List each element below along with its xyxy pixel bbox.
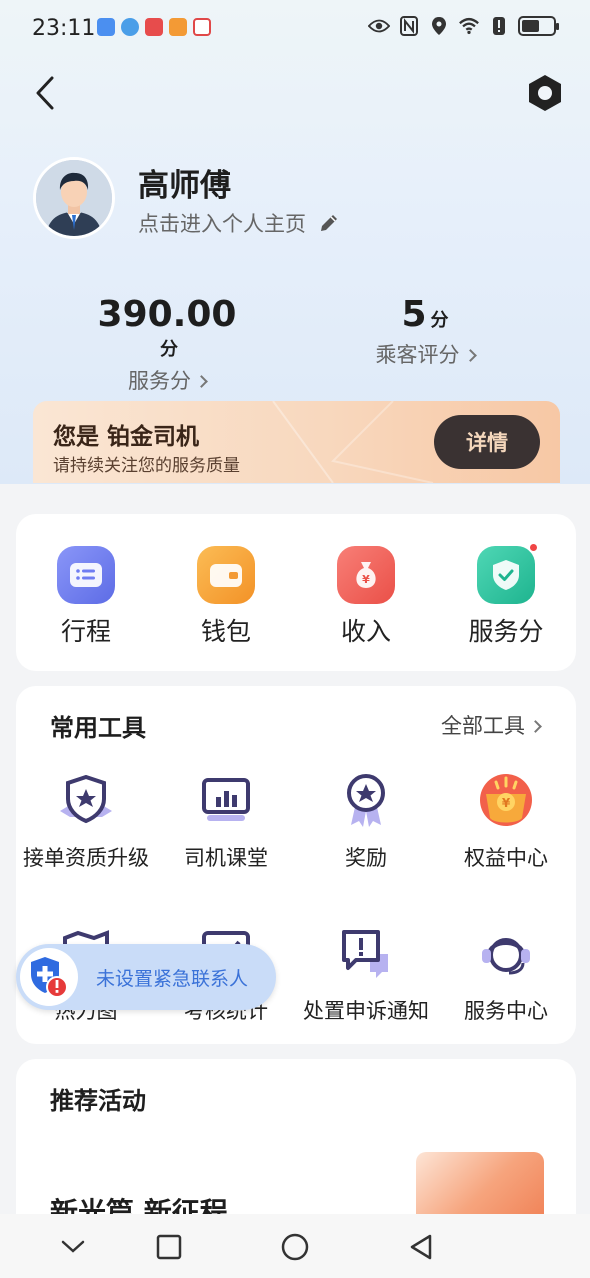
nav-home-button[interactable]	[278, 1230, 312, 1264]
emergency-text: 未设置紧急联系人	[96, 968, 249, 990]
tool-label: 处置申诉通知	[303, 999, 429, 1023]
appeal-message-icon	[336, 923, 396, 983]
rating-value: 5	[401, 294, 427, 335]
quick-actions-card: 行程 钱包 ¥ 收入 服务分	[16, 514, 576, 671]
square-icon	[156, 1234, 182, 1260]
emergency-contact-prompt[interactable]: 未设置紧急联系人	[16, 944, 276, 1010]
chevron-right-icon	[529, 720, 542, 733]
nav-recents-button[interactable]	[152, 1230, 186, 1264]
triangle-back-icon	[410, 1234, 432, 1260]
service-score-label: 服务分	[128, 369, 191, 393]
shield-star-icon	[56, 770, 116, 830]
browser-icon	[121, 18, 139, 36]
gift-coin-icon: ¥	[476, 770, 536, 830]
all-tools-link[interactable]: 全部工具	[441, 710, 542, 740]
nav-back-button[interactable]	[404, 1230, 438, 1264]
tool-driver-classroom[interactable]: 司机课堂	[151, 770, 301, 872]
tool-label: 司机课堂	[184, 846, 268, 870]
svg-text:¥: ¥	[502, 796, 511, 810]
profile-link[interactable]: 点击进入个人主页	[138, 208, 340, 238]
headset-icon	[476, 923, 536, 983]
level-banner: 您是 铂金司机 请持续关注您的服务质量 详情	[33, 401, 560, 483]
tool-label: 接单资质升级	[23, 846, 149, 870]
quick-action-wallet[interactable]: 钱包	[171, 546, 281, 648]
trip-list-icon	[57, 546, 115, 604]
medal-icon	[336, 770, 396, 830]
driver-name: 高师傅	[138, 168, 231, 204]
quick-action-label: 钱包	[200, 617, 251, 646]
quick-action-label: 服务分	[468, 617, 544, 646]
tool-label: 服务中心	[464, 999, 548, 1023]
chevron-right-icon	[195, 375, 208, 388]
chevron-left-icon	[36, 76, 54, 110]
driver-avatar-icon	[36, 160, 112, 236]
service-score-stat[interactable]: 390.00 分 服务分	[96, 294, 238, 395]
red-app-icon	[145, 18, 163, 36]
nfc-icon	[398, 15, 420, 37]
tool-service-center[interactable]: 服务中心	[431, 923, 581, 1025]
details-button[interactable]: 详情	[434, 415, 540, 469]
alert-icon	[488, 15, 510, 37]
quick-action-income[interactable]: ¥ 收入	[311, 546, 421, 648]
pencil-icon	[321, 215, 337, 231]
status-bar: 23:11	[0, 0, 590, 56]
chart-board-icon	[196, 770, 256, 830]
wifi-icon	[458, 15, 480, 37]
tools-title: 常用工具	[50, 714, 146, 742]
eye-icon	[368, 15, 390, 37]
shield-check-icon	[477, 542, 539, 604]
quick-action-trips[interactable]: 行程	[31, 546, 141, 648]
system-nav-bar	[0, 1214, 590, 1278]
tool-appeal-notice[interactable]: 处置申诉通知	[291, 923, 441, 1025]
tool-label: 权益中心	[464, 846, 548, 870]
tool-label: 奖励	[345, 846, 387, 870]
quick-action-service-score[interactable]: 服务分	[451, 542, 561, 648]
tool-benefits-center[interactable]: ¥ 权益中心	[431, 770, 581, 872]
puzzle-icon	[97, 18, 115, 36]
quick-action-label: 收入	[340, 617, 391, 646]
tool-qualification-upgrade[interactable]: 接单资质升级	[11, 770, 161, 872]
avatar[interactable]	[33, 157, 115, 239]
orange-app-icon	[169, 18, 187, 36]
location-icon	[428, 15, 450, 37]
service-score-value: 390.00	[97, 294, 237, 335]
chevron-right-icon	[463, 349, 477, 362]
back-button[interactable]	[30, 74, 64, 112]
level-subtitle: 请持续关注您的服务质量	[53, 456, 240, 476]
status-time: 23:11	[32, 16, 96, 41]
settings-button[interactable]	[524, 72, 566, 114]
notification-dot	[528, 542, 539, 553]
calendar-icon	[193, 18, 211, 36]
hexagon-settings-icon	[529, 75, 561, 111]
activities-title: 推荐活动	[50, 1087, 146, 1115]
rating-label: 乘客评分	[375, 343, 460, 367]
service-score-unit: 分	[160, 339, 178, 360]
tool-rewards[interactable]: 奖励	[291, 770, 441, 872]
battery-level	[522, 20, 539, 32]
status-app-icons	[97, 18, 211, 36]
nav-collapse-button[interactable]	[56, 1230, 90, 1264]
level-title: 您是 铂金司机	[53, 424, 200, 450]
status-right-icons	[368, 15, 559, 37]
money-bag-icon: ¥	[337, 546, 395, 604]
profile-link-text: 点击进入个人主页	[138, 212, 306, 236]
rating-stat[interactable]: 5分 乘客评分	[360, 294, 490, 369]
wallet-icon	[197, 546, 255, 604]
circle-icon	[281, 1233, 309, 1261]
battery-icon	[518, 16, 559, 36]
svg-text:¥: ¥	[362, 573, 370, 586]
rating-unit: 分	[430, 310, 449, 331]
chevron-down-icon	[61, 1240, 85, 1253]
all-tools-label: 全部工具	[441, 714, 525, 738]
quick-action-label: 行程	[60, 617, 111, 646]
shield-plus-alert-icon	[20, 948, 78, 1006]
